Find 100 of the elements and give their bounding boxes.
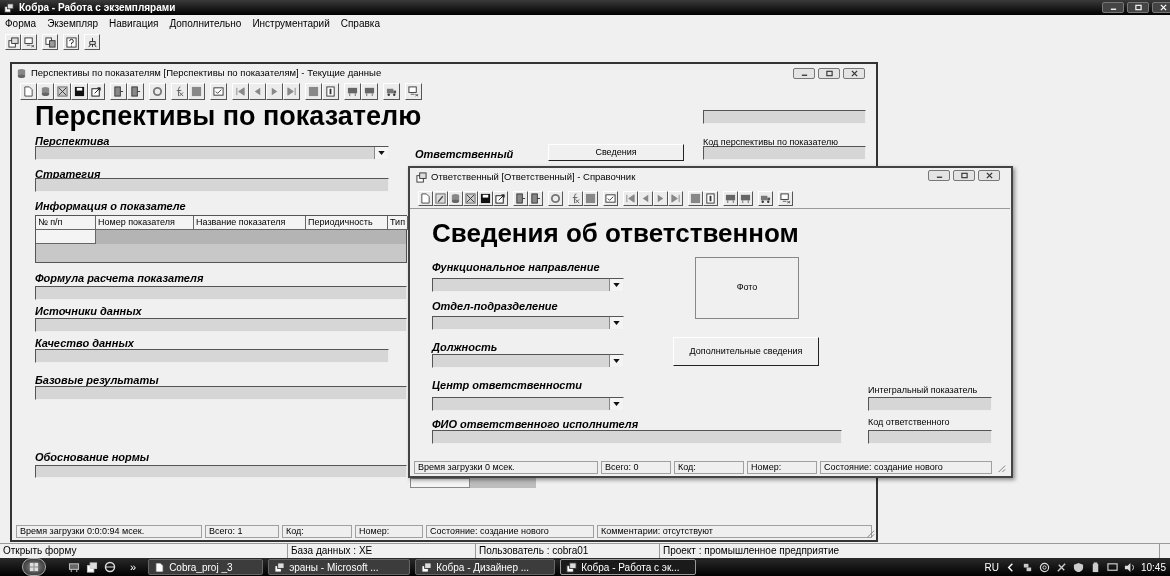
toolbar-button[interactable]: [110, 82, 127, 100]
toolbar-button[interactable]: [513, 190, 528, 206]
toolbar-button[interactable]: [383, 82, 400, 100]
input-field[interactable]: [703, 146, 866, 160]
menu-item[interactable]: Форма: [5, 16, 37, 31]
taskbar-button[interactable]: Кобра - Работа с эк...: [560, 559, 697, 575]
input-field[interactable]: [35, 386, 407, 400]
toolbar-button[interactable]: [528, 190, 543, 206]
toolbar-button[interactable]: [361, 82, 378, 100]
input-field[interactable]: [703, 110, 866, 124]
quick-launch-button[interactable]: [68, 561, 80, 573]
overflow-button[interactable]: »: [130, 558, 137, 576]
toolbar-button[interactable]: [210, 82, 227, 100]
toolbar-button[interactable]: [249, 82, 266, 100]
quick-launch-button[interactable]: [86, 561, 98, 573]
toolbar-button[interactable]: [42, 34, 58, 50]
input-field[interactable]: [35, 349, 389, 363]
toolbar-button[interactable]: [266, 82, 283, 100]
dropdown-field[interactable]: [432, 397, 624, 411]
toolbar-button[interactable]: [668, 190, 683, 206]
dropdown-field[interactable]: [432, 278, 624, 292]
toolbar-button[interactable]: [653, 190, 668, 206]
taskbar-button[interactable]: Cobra_proj _3: [148, 559, 264, 575]
maximize-button[interactable]: [1127, 2, 1149, 13]
toolbar-button[interactable]: [703, 190, 718, 206]
at-icon[interactable]: [1038, 561, 1050, 573]
toolbar-button[interactable]: [37, 82, 54, 100]
toolbar-button[interactable]: [758, 190, 773, 206]
input-field[interactable]: [868, 397, 992, 411]
toolbar-button[interactable]: [478, 190, 493, 206]
dropdown-field[interactable]: [432, 316, 624, 330]
toolbar-button[interactable]: [232, 82, 249, 100]
toolbar-button[interactable]: [88, 82, 105, 100]
taskbar-button[interactable]: Кобра - Дизайнер ...: [415, 559, 556, 575]
toolbar-button[interactable]: [548, 190, 563, 206]
details-button[interactable]: Сведения: [548, 144, 684, 161]
close-button[interactable]: [978, 170, 1000, 181]
input-field[interactable]: [868, 430, 992, 444]
menu-item[interactable]: Экземпляр: [47, 16, 98, 31]
toolbar-button[interactable]: [405, 82, 422, 100]
toolbar-button[interactable]: [433, 190, 448, 206]
toolbar-button[interactable]: [71, 82, 88, 100]
toolbar-button[interactable]: [149, 82, 166, 100]
toolbar-button[interactable]: [568, 190, 583, 206]
toolbar-button[interactable]: [127, 82, 144, 100]
toolbar-button[interactable]: [623, 190, 638, 206]
clock[interactable]: 10:45: [1140, 559, 1166, 575]
display-icon[interactable]: [1106, 561, 1118, 573]
toolbar-button[interactable]: [723, 190, 738, 206]
toolbar-button[interactable]: [448, 190, 463, 206]
input-field[interactable]: [35, 286, 407, 300]
input-field[interactable]: [35, 318, 407, 332]
toolbar-button[interactable]: [738, 190, 753, 206]
taskbar-button[interactable]: эраны - Microsoft ...: [268, 559, 411, 575]
column-header[interactable]: Тип: [388, 216, 408, 230]
input-field[interactable]: [35, 465, 407, 478]
toolbar-button[interactable]: [638, 190, 653, 206]
minimize-button[interactable]: [928, 170, 950, 181]
toolbar-button[interactable]: [5, 34, 21, 50]
input-field[interactable]: [35, 178, 389, 192]
toolbar-button[interactable]: [21, 34, 37, 50]
start-button[interactable]: [22, 558, 46, 576]
maximize-button[interactable]: [818, 68, 840, 79]
menu-item[interactable]: Навигация: [109, 16, 159, 31]
minimize-button[interactable]: [1102, 2, 1124, 13]
menu-item[interactable]: Инструментарий: [252, 16, 330, 31]
toolbar-button[interactable]: [463, 190, 478, 206]
toolbar-button[interactable]: [583, 190, 598, 206]
toolbar-button[interactable]: [54, 82, 71, 100]
toolbar-button[interactable]: [418, 190, 433, 206]
minimize-button[interactable]: [793, 68, 815, 79]
toolbar-button[interactable]: [322, 82, 339, 100]
shield-icon[interactable]: [1072, 561, 1084, 573]
menu-item[interactable]: Дополнительно: [169, 16, 242, 31]
toolbar-button[interactable]: [493, 190, 508, 206]
toolbar-button[interactable]: [688, 190, 703, 206]
toolbar-button[interactable]: [188, 82, 205, 100]
toolbar-button[interactable]: [305, 82, 322, 100]
column-header[interactable]: Номер показателя: [96, 216, 194, 230]
maximize-button[interactable]: [953, 170, 975, 181]
toolbar-button[interactable]: [778, 190, 793, 206]
input-field[interactable]: [432, 430, 842, 444]
close-button[interactable]: [1152, 2, 1170, 13]
column-header[interactable]: Периодичность: [306, 216, 388, 230]
toolbar-button[interactable]: [603, 190, 618, 206]
toolbar-button[interactable]: [171, 82, 188, 100]
language-indicator[interactable]: RU: [984, 559, 999, 575]
toolbar-button[interactable]: [84, 34, 100, 50]
column-header[interactable]: Название показателя: [194, 216, 306, 230]
toolbar-button[interactable]: [20, 82, 37, 100]
dropdown-field[interactable]: [432, 354, 624, 368]
speaker-icon[interactable]: [1123, 561, 1135, 573]
menu-item[interactable]: Справка: [340, 16, 380, 31]
close-button[interactable]: [843, 68, 865, 79]
dropdown-field[interactable]: [35, 146, 389, 160]
toolbar-button[interactable]: [344, 82, 361, 100]
column-header[interactable]: № п/п: [36, 216, 96, 230]
more-details-button[interactable]: Дополнительные сведения: [673, 337, 819, 366]
toolbar-button[interactable]: [283, 82, 300, 100]
toolbar-button[interactable]: [63, 34, 79, 50]
